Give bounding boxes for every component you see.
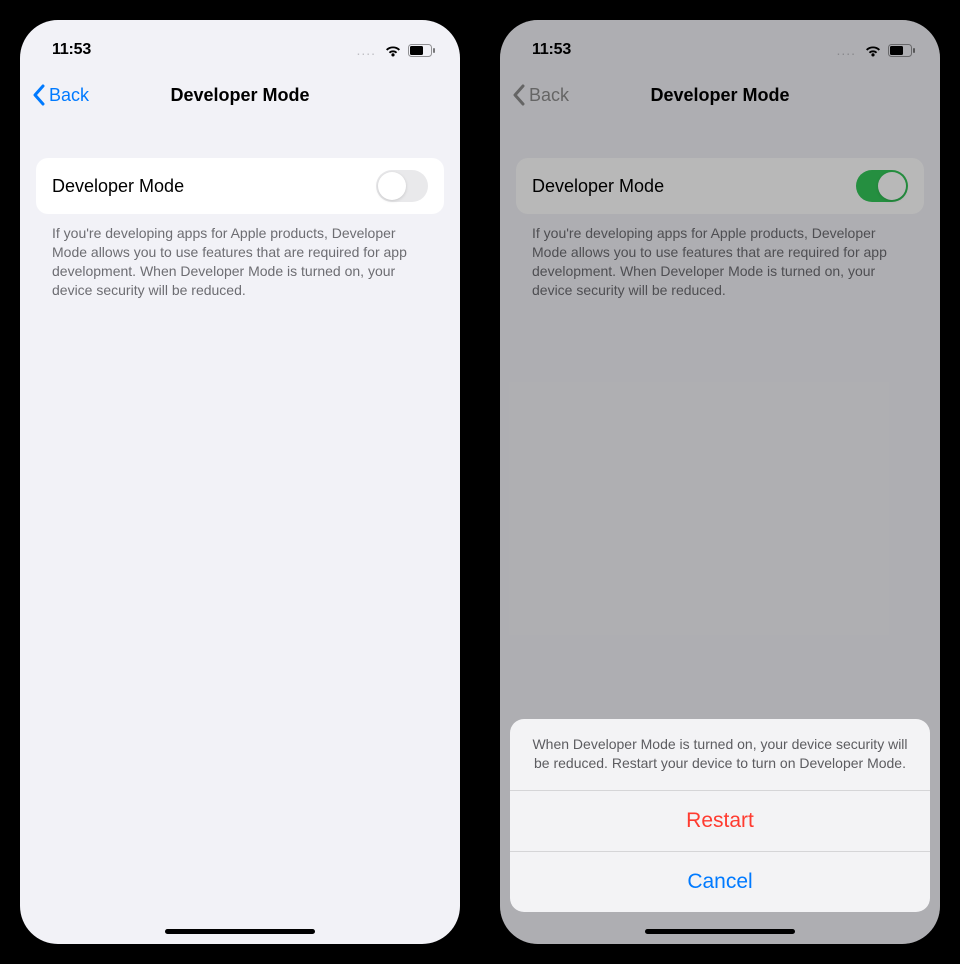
footer-description: If you're developing apps for Apple prod… — [36, 214, 444, 300]
status-bar: 11:53 .... — [20, 28, 460, 72]
status-time: 11:53 — [52, 41, 91, 59]
cellular-dots-icon: .... — [356, 42, 376, 58]
battery-icon — [408, 44, 436, 57]
action-sheet-group: When Developer Mode is turned on, your d… — [510, 719, 930, 912]
developer-mode-label: Developer Mode — [52, 176, 184, 197]
home-indicator[interactable] — [165, 929, 315, 934]
action-sheet-message: When Developer Mode is turned on, your d… — [510, 719, 930, 791]
status-indicators: .... — [356, 42, 436, 58]
wifi-icon — [384, 44, 402, 57]
toggle-knob — [378, 172, 406, 200]
chevron-left-icon — [32, 84, 45, 106]
restart-button[interactable]: Restart — [510, 791, 930, 852]
settings-screen-off: 11:53 .... Back Developer Mode Developer… — [20, 20, 460, 944]
developer-mode-toggle[interactable] — [376, 170, 428, 202]
cancel-button[interactable]: Cancel — [510, 852, 930, 912]
action-sheet: When Developer Mode is turned on, your d… — [510, 719, 930, 912]
back-button[interactable]: Back — [28, 80, 93, 110]
content: Developer Mode If you're developing apps… — [20, 158, 460, 300]
back-label: Back — [49, 85, 89, 106]
settings-screen-on-with-sheet: 11:53 .... Back Developer Mode Developer… — [500, 20, 940, 944]
nav-bar: Back Developer Mode — [20, 72, 460, 118]
developer-mode-row: Developer Mode — [36, 158, 444, 214]
home-indicator[interactable] — [645, 929, 795, 934]
